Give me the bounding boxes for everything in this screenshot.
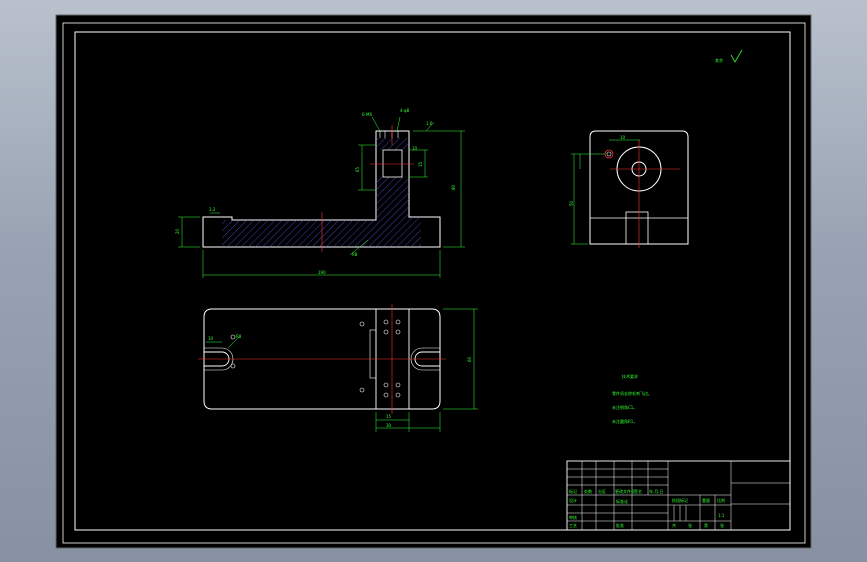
dim-hole-pos: 10 <box>412 146 418 151</box>
tb-scale-value: 1:1 <box>718 513 725 518</box>
tb-mark: 标记 <box>569 488 577 494</box>
tech-line-3: 未注圆角R1。 <box>612 418 637 424</box>
tb-sheet-3: 第 <box>704 522 708 528</box>
paper <box>55 14 812 549</box>
note-holes: 4-φ8 <box>400 108 410 113</box>
tb-process: 工艺 <box>569 523 577 528</box>
tech-line-2: 未注倒角C1。 <box>612 404 637 410</box>
tb-sign: 签名 <box>634 488 642 494</box>
dim-slot-pos: 10 <box>208 336 214 341</box>
dim-width: 60 <box>467 356 472 362</box>
cad-canvas: 其余 190 80 20 65 15 R8 6-M6 4-φ8 1.6 3.2 … <box>0 0 867 562</box>
tb-design: 设计 <box>569 497 577 503</box>
tb-stage: 阶段标记 <box>672 497 688 503</box>
roughness-a: 1.6 <box>426 121 433 126</box>
dim-side-hole: 10 <box>620 135 626 140</box>
drawing-sheet: 其余 190 80 20 65 15 R8 6-M6 4-φ8 1.6 3.2 … <box>55 14 812 549</box>
tb-standard: 标准化 <box>616 498 628 504</box>
tb-date: 年.月.日 <box>649 488 664 494</box>
tb-scale-label: 比例 <box>717 497 725 503</box>
dim-base-height: 20 <box>175 228 180 234</box>
dim-upright: 15 <box>386 414 392 419</box>
tb-sheet-4: 张 <box>720 522 724 528</box>
dim-rib-width: 15 <box>418 161 423 167</box>
tb-approve: 批准 <box>616 522 624 528</box>
tb-count: 处数 <box>584 488 592 494</box>
tech-title: 技术要求 <box>622 373 638 379</box>
tech-line-1: 零件须去除毛刺飞边。 <box>612 390 652 396</box>
roughness-note-text: 其余 <box>715 57 723 63</box>
dim-side-h: 65 <box>355 166 360 172</box>
tb-review: 审核 <box>569 514 577 520</box>
note-threads: 6-M6 <box>362 112 372 117</box>
dim-overall-height: 80 <box>451 184 456 190</box>
tb-weight: 重量 <box>702 497 710 503</box>
dim-slot-radius: R8 <box>352 252 358 257</box>
front-mid-hatch <box>376 177 409 191</box>
tb-sheet-1: 共 <box>672 522 676 528</box>
roughness-b: 3.2 <box>209 207 216 212</box>
dim-overall-length: 190 <box>318 270 326 275</box>
dim-slot-r: R8 <box>236 334 242 339</box>
dim-right: 30 <box>386 423 392 428</box>
tb-change: 更改文件号 <box>615 488 635 494</box>
front-top-hatch <box>376 138 409 150</box>
tb-zone: 分区 <box>598 488 606 494</box>
tb-sheet-2: 张 <box>688 522 692 528</box>
dim-side-height: 50 <box>569 200 574 206</box>
